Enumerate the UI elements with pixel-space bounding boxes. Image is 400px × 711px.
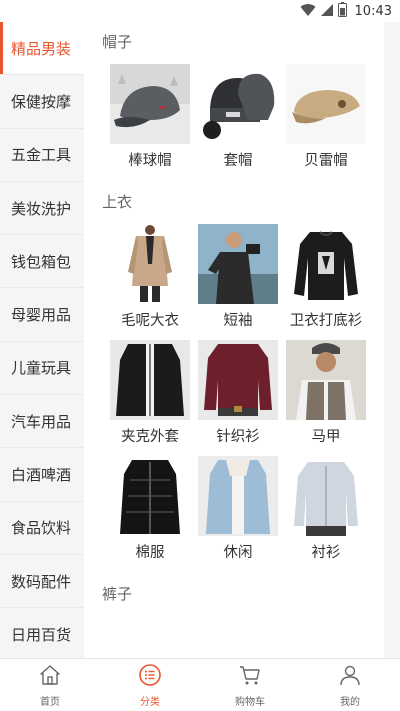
wool-coat-image — [110, 224, 190, 304]
casual-jacket-image — [198, 456, 278, 536]
product-label: 衬衫 — [311, 545, 341, 561]
profile-icon — [338, 663, 362, 691]
sidebar-item-hardware[interactable]: 五金工具 — [0, 129, 84, 182]
tops-grid: 毛呢大衣 短袖 卫衣打底衫 夹克外套 针织衫 马甲 棉服 休闲 衬衫 — [100, 222, 384, 570]
nav-profile[interactable]: 我的 — [300, 659, 400, 711]
baseball-cap-image — [110, 64, 190, 144]
product-cell-jacket[interactable]: 夹克外套 — [106, 338, 194, 454]
vest-image — [286, 340, 366, 420]
status-icons: 10:43 — [300, 1, 392, 21]
nav-label: 分类 — [140, 696, 160, 708]
knit-sweater-image — [198, 340, 278, 420]
product-cell-baseball-cap[interactable]: 棒球帽 — [106, 62, 194, 178]
product-cell-casual-jacket[interactable]: 休闲 — [194, 454, 282, 570]
sidebar-item-label: 食品饮料 — [11, 519, 72, 538]
sidebar-item-beauty[interactable]: 美妆洗护 — [0, 182, 84, 236]
beanie-image — [198, 64, 278, 144]
product-cell-shirt[interactable]: 衬衫 — [282, 454, 370, 570]
product-label: 休闲 — [223, 545, 253, 561]
sidebar-item-massage[interactable]: 保健按摩 — [0, 75, 84, 129]
sidebar-item-label: 美妆洗护 — [11, 199, 72, 218]
category-content[interactable]: 帽子 棒球帽 套帽 贝雷帽 上衣 毛呢大衣 短袖 卫衣打底衫 夹克外套 针织衫 … — [100, 22, 384, 658]
sidebar-item-food[interactable]: 食品饮料 — [0, 502, 84, 555]
hats-grid: 棒球帽 套帽 贝雷帽 — [100, 62, 384, 178]
product-label: 贝雷帽 — [304, 153, 348, 169]
nav-category[interactable]: 分类 — [100, 659, 200, 711]
product-cell-beret[interactable]: 贝雷帽 — [282, 62, 370, 178]
sweatshirt-image — [286, 224, 366, 304]
sidebar-item-label: 保健按摩 — [11, 92, 72, 111]
status-bar: 10:43 — [0, 0, 400, 22]
battery-icon — [337, 1, 347, 21]
section-title-tops: 上衣 — [102, 193, 133, 211]
nav-cart[interactable]: 购物车 — [200, 659, 300, 711]
sidebar-item-menswear[interactable]: 精品男装 — [0, 22, 84, 76]
product-cell-padded-coat[interactable]: 棉服 — [106, 454, 194, 570]
category-icon — [138, 663, 162, 691]
bottom-nav: 首页 分类 购物车 我的 — [0, 658, 400, 711]
cart-icon — [238, 663, 262, 691]
product-cell-sweatshirt[interactable]: 卫衣打底衫 — [282, 222, 370, 338]
sidebar-item-label: 精品男装 — [11, 39, 72, 58]
jacket-image — [110, 340, 190, 420]
nav-home[interactable]: 首页 — [0, 659, 100, 711]
section-title-pants: 裤子 — [102, 585, 133, 603]
section-title-hats: 帽子 — [102, 33, 133, 51]
product-label: 棉服 — [135, 545, 165, 561]
padded-coat-image — [110, 456, 190, 536]
sidebar-item-label: 母婴用品 — [11, 306, 72, 325]
product-label: 棒球帽 — [128, 153, 172, 169]
product-label: 套帽 — [223, 153, 253, 169]
product-cell-tshirt[interactable]: 短袖 — [194, 222, 282, 338]
product-cell-vest[interactable]: 马甲 — [282, 338, 370, 454]
sidebar-item-label: 钱包箱包 — [11, 252, 72, 271]
product-label: 马甲 — [311, 429, 341, 445]
sidebar-item-toys[interactable]: 儿童玩具 — [0, 342, 84, 396]
sidebar-item-auto[interactable]: 汽车用品 — [0, 395, 84, 449]
signal-icon — [320, 2, 334, 21]
sidebar-item-label: 日用百货 — [11, 625, 72, 644]
status-time: 10:43 — [354, 3, 392, 19]
home-icon — [38, 663, 62, 691]
tshirt-image — [198, 224, 278, 304]
sidebar-item-liquor[interactable]: 白酒啤酒 — [0, 448, 84, 502]
wifi-icon — [300, 2, 316, 21]
nav-label: 我的 — [340, 696, 360, 708]
product-label: 毛呢大衣 — [121, 313, 179, 329]
sidebar-item-label: 儿童玩具 — [11, 359, 72, 378]
nav-label: 购物车 — [235, 696, 265, 708]
sidebar-item-label: 五金工具 — [11, 146, 72, 165]
product-cell-knit-sweater[interactable]: 针织衫 — [194, 338, 282, 454]
product-cell-wool-coat[interactable]: 毛呢大衣 — [106, 222, 194, 338]
sidebar-item-label: 数码配件 — [11, 572, 72, 591]
product-label: 卫衣打底衫 — [289, 313, 363, 329]
product-cell-beanie[interactable]: 套帽 — [194, 62, 282, 178]
beret-image — [286, 64, 366, 144]
scrollbar-gutter — [384, 22, 400, 658]
product-label: 夹克外套 — [121, 429, 179, 445]
category-sidebar[interactable]: 精品男装 保健按摩 五金工具 美妆洗护 钱包箱包 母婴用品 儿童玩具 汽车用品 … — [0, 22, 84, 658]
product-label: 短袖 — [223, 313, 253, 329]
sidebar-item-digital[interactable]: 数码配件 — [0, 555, 84, 609]
sidebar-item-bags[interactable]: 钱包箱包 — [0, 235, 84, 289]
product-label: 针织衫 — [216, 429, 260, 445]
sidebar-item-daily[interactable]: 日用百货 — [0, 608, 84, 658]
sidebar-item-label: 白酒啤酒 — [11, 466, 72, 485]
nav-label: 首页 — [40, 696, 60, 708]
sidebar-item-label: 汽车用品 — [11, 412, 72, 431]
sidebar-item-baby[interactable]: 母婴用品 — [0, 288, 84, 342]
shirt-image — [286, 456, 366, 536]
